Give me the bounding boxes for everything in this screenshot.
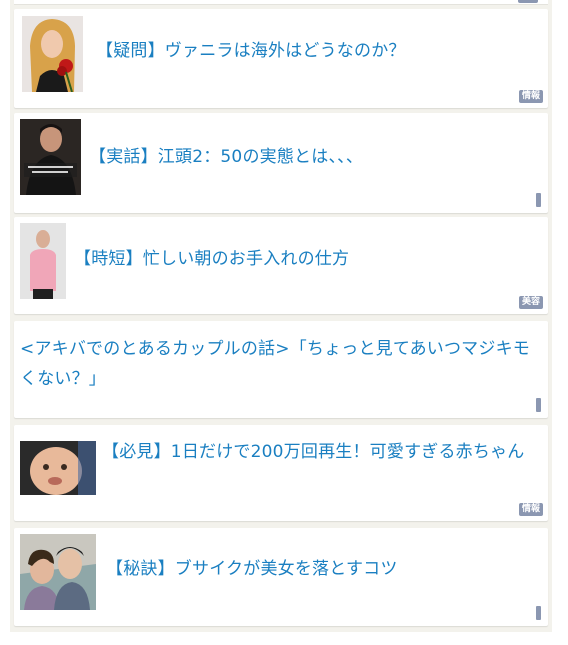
article-card[interactable]: 【秘訣】ブサイクが美女を落とすコツ (14, 528, 548, 626)
article-title-link[interactable]: 【疑問】ヴァニラは海外はどうなのか？ (96, 36, 536, 66)
thumbnail-man-in-black-with-caption[interactable] (20, 119, 81, 195)
article-card[interactable]: 【実話】江頭2：50の実態とは、、、 (14, 113, 548, 213)
category-tag-edge (518, 0, 538, 3)
category-tag[interactable] (536, 193, 541, 207)
article-title-link[interactable]: 【必見】1日だけで200万回再生！可愛すぎる赤ちゃん (102, 437, 538, 467)
article-title-link[interactable]: 【秘訣】ブサイクが美女を落とすコツ (106, 554, 536, 584)
thumbnail-baby[interactable] (20, 441, 96, 495)
article-card[interactable]: 【時短】忙しい朝のお手入れの仕方 美容 (14, 217, 548, 314)
article-card[interactable]: 【疑問】ヴァニラは海外はどうなのか？ 情報 (14, 9, 548, 108)
category-tag[interactable] (536, 606, 541, 620)
category-tag[interactable]: 情報 (518, 503, 543, 516)
article-card[interactable]: <アキバでのとあるカップルの話>「ちょっと見てあいつマジキモくない？」 (14, 321, 548, 418)
thumbnail-blonde-woman-red-rose[interactable] (22, 16, 83, 92)
article-title-link[interactable]: 【時短】忙しい朝のお手入れの仕方 (74, 244, 534, 274)
thumbnail-man-pink-shirt[interactable] (20, 223, 66, 299)
article-card[interactable]: 【必見】1日だけで200万回再生！可愛すぎる赤ちゃん 情報 (14, 425, 548, 521)
article-feed: 【疑問】ヴァニラは海外はどうなのか？ 情報 【実話】江頭2：50の実態とは、、、 (10, 0, 552, 632)
previous-card-edge (14, 0, 548, 5)
category-tag[interactable]: 情報 (518, 90, 543, 103)
thumbnail-couple-selfie[interactable] (20, 534, 96, 610)
category-tag[interactable]: 美容 (518, 296, 543, 309)
article-title-link[interactable]: <アキバでのとあるカップルの話>「ちょっと見てあいつマジキモくない？」 (20, 334, 536, 394)
article-title-link[interactable]: 【実話】江頭2：50の実態とは、、、 (89, 142, 529, 172)
category-tag[interactable] (536, 398, 541, 412)
